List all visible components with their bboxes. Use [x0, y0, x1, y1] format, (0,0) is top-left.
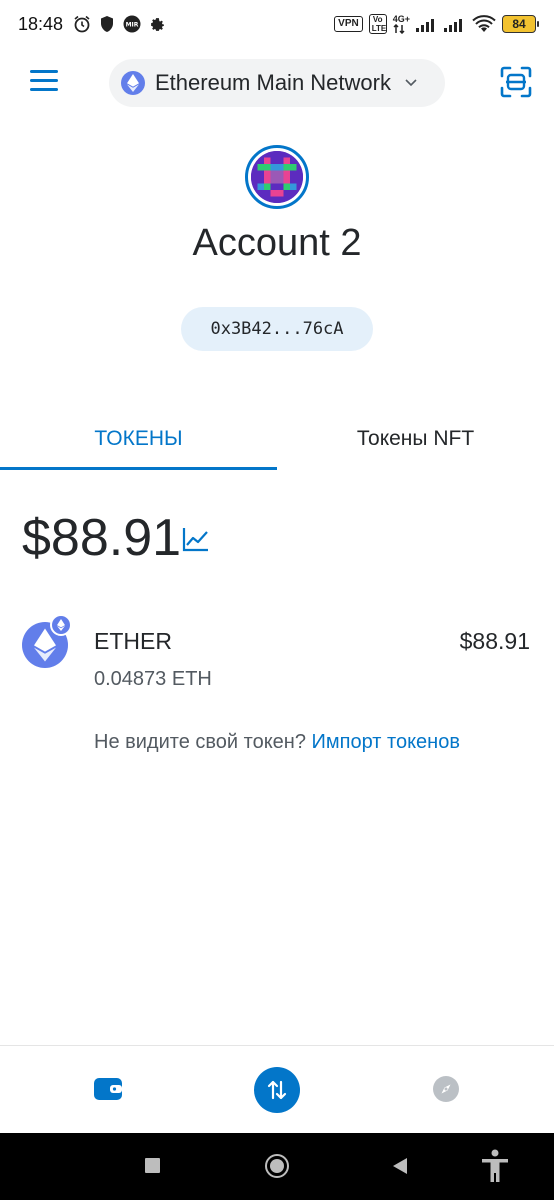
- signal-icon-2: [444, 19, 462, 32]
- settings-gear-icon: [151, 17, 164, 31]
- mobile-data-indicator: 4G+: [392, 13, 410, 34]
- bottom-nav-divider: [0, 1045, 554, 1046]
- mir-icon: MIR: [123, 15, 141, 33]
- browser-compass-icon[interactable]: [432, 1075, 460, 1103]
- wallet-icon[interactable]: [93, 1075, 123, 1103]
- home-icon[interactable]: [265, 1154, 289, 1178]
- ethereum-icon: [121, 71, 145, 95]
- menu-button[interactable]: [30, 70, 58, 94]
- tab-tokens[interactable]: ТОКЕНЫ: [0, 408, 277, 470]
- import-prompt-text: Не видите свой токен?: [94, 731, 306, 753]
- total-balance: $88.91: [22, 509, 182, 567]
- tab-nft[interactable]: Токены NFT: [277, 408, 554, 470]
- status-bar: 18:48 MIR VPN Vo LTE 4G+ 84: [0, 0, 554, 48]
- account-name[interactable]: Account 2: [0, 222, 554, 265]
- token-list-item[interactable]: ETHER 0.04873 ETH $88.91: [0, 612, 554, 702]
- recent-apps-icon[interactable]: [145, 1158, 160, 1173]
- status-time: 18:48: [18, 13, 64, 34]
- hamburger-icon-line: [30, 79, 58, 82]
- swap-actions-button[interactable]: [254, 1067, 300, 1113]
- qr-scan-icon[interactable]: [500, 66, 532, 98]
- token-fiat-value: $88.91: [459, 628, 530, 654]
- shield-icon: [101, 16, 114, 32]
- home-icon-dot: [270, 1159, 284, 1173]
- svg-text:MIR: MIR: [126, 22, 139, 29]
- vpn-badge: VPN: [334, 16, 363, 32]
- account-avatar[interactable]: [245, 145, 309, 209]
- swap-arrows-icon: [267, 1080, 287, 1100]
- ethereum-network-badge-icon: [50, 614, 72, 636]
- account-address-button[interactable]: 0x3B42...76cA: [181, 307, 373, 351]
- import-tokens-prompt: Не видите свой токен? Импорт токенов: [0, 731, 554, 754]
- network-type-label: 4G+: [392, 13, 410, 24]
- token-name: ETHER: [94, 628, 172, 654]
- identicon-image: [251, 151, 303, 203]
- wifi-icon: [472, 15, 496, 32]
- app-header: Ethereum Main Network: [0, 56, 554, 110]
- chevron-down-icon: [405, 79, 417, 87]
- signal-icon: [416, 19, 434, 32]
- status-left-icons: MIR: [73, 15, 166, 33]
- network-name: Ethereum Main Network: [155, 70, 391, 95]
- hamburger-icon-line: [30, 88, 58, 91]
- portfolio-chart-icon[interactable]: [182, 526, 210, 552]
- volte-badge: Vo LTE: [368, 14, 387, 34]
- accessibility-icon[interactable]: [480, 1149, 510, 1183]
- token-amount: 0.04873 ETH: [94, 668, 212, 690]
- network-selector[interactable]: Ethereum Main Network: [109, 59, 445, 107]
- hamburger-icon-line: [30, 70, 58, 73]
- asset-tabs: ТОКЕНЫ Токены NFT: [0, 408, 554, 470]
- back-icon[interactable]: [393, 1158, 407, 1174]
- android-navigation-bar: [0, 1133, 554, 1200]
- alarm-icon: [74, 15, 90, 33]
- battery-indicator: 84: [502, 15, 539, 33]
- import-tokens-link[interactable]: Импорт токенов: [312, 731, 460, 753]
- data-arrows-icon: [393, 23, 405, 34]
- status-right-icons: VPN Vo LTE 4G+ 84: [334, 13, 539, 34]
